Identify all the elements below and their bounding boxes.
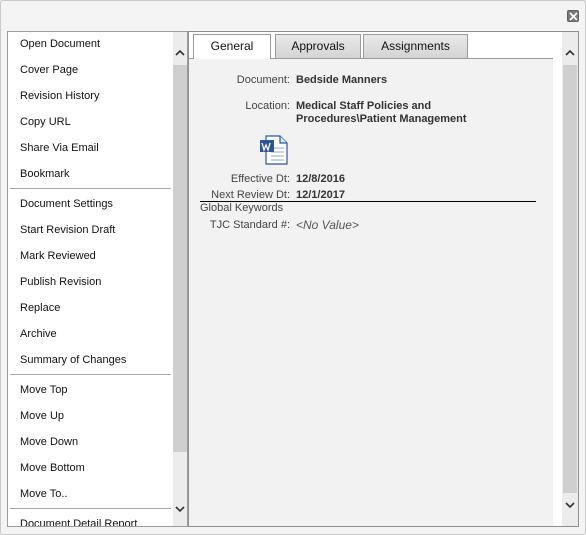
menu-item-move-down[interactable]: Move Down [20, 433, 78, 451]
document-actions-menu: Open Document Cover Page Revision Histor… [7, 31, 188, 527]
menu-item-document-detail-report[interactable]: Document Detail Report [20, 515, 137, 526]
effective-date-value: 12/8/2016 [296, 173, 345, 185]
menu-list: Open Document Cover Page Revision Histor… [8, 32, 173, 526]
chevron-up-icon [565, 49, 575, 56]
location-path: Medical Staff Policies and Procedures\Pa… [296, 100, 467, 125]
chevron-up-icon [175, 49, 185, 56]
menu-item-share-via-email[interactable]: Share Via Email [20, 139, 99, 157]
scroll-down-arrow[interactable] [173, 502, 187, 516]
menu-separator [10, 188, 171, 189]
menu-item-cover-page[interactable]: Cover Page [20, 61, 78, 79]
chevron-down-icon [565, 502, 575, 509]
scroll-down-arrow[interactable] [563, 498, 577, 512]
menu-item-revision-history[interactable]: Revision History [20, 87, 99, 105]
content-scrollbar[interactable] [562, 32, 578, 526]
tab-approvals[interactable]: Approvals [275, 34, 361, 58]
menu-item-mark-reviewed[interactable]: Mark Reviewed [20, 247, 96, 265]
properties-panel: General Approvals Assignments Document: … [188, 31, 579, 527]
location-label: Location: [245, 100, 290, 112]
effective-date-label: Effective Dt: [230, 173, 290, 185]
menu-item-replace[interactable]: Replace [20, 299, 60, 317]
menu-item-bookmark[interactable]: Bookmark [20, 165, 70, 183]
tjc-standard-value: <No Value> [296, 218, 359, 232]
scrollbar-thumb[interactable] [173, 65, 187, 452]
global-keywords-heading: Global Keywords [200, 202, 284, 214]
document-properties-dialog: Open Document Cover Page Revision Histor… [0, 0, 586, 535]
scrollbar-thumb[interactable] [563, 65, 577, 493]
tab-assignments[interactable]: Assignments [363, 34, 468, 58]
menu-item-start-revision-draft[interactable]: Start Revision Draft [20, 221, 115, 239]
menu-separator [10, 508, 171, 509]
menu-separator [10, 374, 171, 375]
menu-item-move-up[interactable]: Move Up [20, 407, 64, 425]
menu-item-archive[interactable]: Archive [20, 325, 57, 343]
menu-item-move-bottom[interactable]: Move Bottom [20, 459, 85, 477]
next-review-date-label: Next Review Dt: [211, 189, 290, 201]
close-button[interactable] [567, 10, 579, 22]
document-name: Bedside Manners [296, 74, 388, 86]
tab-general[interactable]: General [193, 34, 271, 59]
close-icon [569, 12, 578, 21]
menu-item-copy-url[interactable]: Copy URL [20, 113, 71, 131]
menu-item-move-to[interactable]: Move To.. [20, 485, 68, 503]
menu-item-document-settings[interactable]: Document Settings [20, 195, 113, 213]
general-tab-content: Document: Bedside Manners Location: Medi… [189, 59, 553, 526]
next-review-date-value: 12/1/2017 [296, 189, 345, 201]
menu-scrollbar[interactable] [173, 32, 187, 526]
scroll-up-arrow[interactable] [563, 46, 577, 60]
menu-item-move-top[interactable]: Move Top [20, 381, 68, 399]
menu-item-publish-revision[interactable]: Publish Revision [20, 273, 101, 291]
chevron-down-icon [175, 506, 185, 513]
word-document-icon[interactable] [258, 134, 290, 166]
tjc-standard-label: TJC Standard #: [209, 219, 290, 231]
menu-item-open-document[interactable]: Open Document [20, 35, 100, 53]
document-label: Document: [236, 74, 290, 86]
menu-item-summary-of-changes[interactable]: Summary of Changes [20, 351, 126, 369]
scroll-up-arrow[interactable] [173, 46, 187, 60]
